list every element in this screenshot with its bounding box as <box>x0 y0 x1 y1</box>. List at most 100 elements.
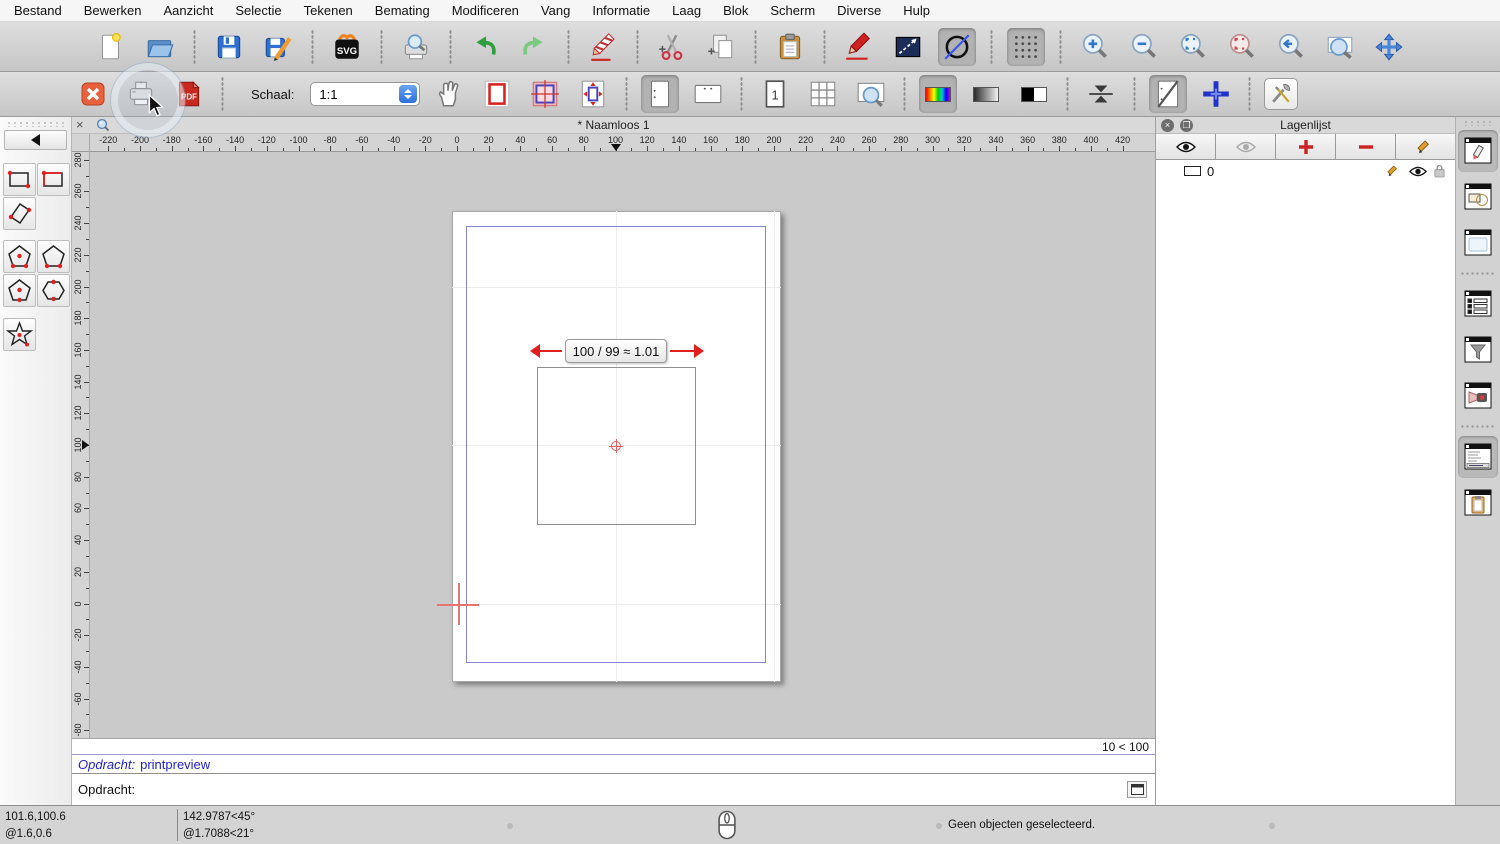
menu-modificeren[interactable]: Modificeren <box>452 3 519 18</box>
menu-hulp[interactable]: Hulp <box>903 3 930 18</box>
zoom-window-button[interactable] <box>1321 28 1359 66</box>
close-button[interactable] <box>74 75 112 113</box>
layer-row[interactable]: 0 <box>1156 160 1455 182</box>
bw-mode-button[interactable] <box>1015 75 1053 113</box>
menu-informatie[interactable]: Informatie <box>592 3 650 18</box>
fit-page-button[interactable] <box>574 75 612 113</box>
layers-titlebar[interactable]: × ❐ Lagenlijst <box>1156 117 1455 134</box>
h-ruler[interactable]: -220-200-180-160-140-120-100-80-60-40-20… <box>90 134 1155 152</box>
palette-drag-handle[interactable] <box>6 121 64 127</box>
svg-export-button[interactable]: SVG <box>328 28 366 66</box>
print-find-button[interactable] <box>397 28 435 66</box>
paste-button[interactable] <box>771 28 809 66</box>
crosshair-button[interactable] <box>1197 75 1235 113</box>
compress-button[interactable] <box>1082 75 1120 113</box>
zoom-extents-button[interactable] <box>1174 28 1212 66</box>
stepper-icon[interactable] <box>399 85 417 103</box>
open-button[interactable] <box>141 28 179 66</box>
show-all-layers-button[interactable] <box>1156 134 1216 159</box>
hexagon-tool[interactable] <box>37 274 70 307</box>
save-button[interactable] <box>210 28 248 66</box>
dimension-label[interactable]: 100 / 99 ≈ 1.01 <box>565 339 667 363</box>
schaal-select[interactable]: 1:1 <box>310 82 420 106</box>
drawing-area[interactable]: 100 / 99 ≈ 1.01 <box>90 152 1155 738</box>
circle-line-icon <box>941 31 973 63</box>
polygon-edge-icon <box>40 243 67 270</box>
print-area-button[interactable] <box>526 75 564 113</box>
hide-all-layers-button[interactable] <box>1216 134 1276 159</box>
palette-collapse-button[interactable] <box>4 130 67 150</box>
command-log-window-button[interactable] <box>1458 436 1498 478</box>
rectangle-tool[interactable] <box>3 163 36 196</box>
command-input-line[interactable]: Opdracht: <box>72 773 1155 805</box>
layer-visible-eye-icon[interactable] <box>1409 165 1427 178</box>
v-ruler-tick <box>86 429 89 430</box>
v-ruler[interactable]: -80-60-40-200204060801001201401601802002… <box>72 152 90 738</box>
menu-aanzicht[interactable]: Aanzicht <box>164 3 214 18</box>
portrait-page-button[interactable] <box>641 75 679 113</box>
new-document-button[interactable] <box>92 28 130 66</box>
rectangle-size-tool[interactable] <box>37 163 70 196</box>
zoom-previous-button[interactable] <box>1272 28 1310 66</box>
status-dot <box>507 823 513 829</box>
pdf-export-button[interactable]: PDF <box>170 75 208 113</box>
menu-tekenen[interactable]: Tekenen <box>304 3 353 18</box>
sidebar-drag-handle[interactable] <box>1463 120 1493 126</box>
color-mode-button[interactable] <box>919 75 957 113</box>
print-button[interactable] <box>122 75 160 113</box>
shapes-window-button[interactable] <box>1458 176 1498 218</box>
list-window-button[interactable] <box>1458 283 1498 325</box>
undo-button[interactable] <box>466 28 504 66</box>
menu-blok[interactable]: Blok <box>723 3 748 18</box>
add-layer-button[interactable] <box>1276 134 1336 159</box>
landscape-page-button[interactable] <box>689 75 727 113</box>
menu-bewerken[interactable]: Bewerken <box>84 3 142 18</box>
zoom-in-button[interactable] <box>1076 28 1114 66</box>
pencil-icon <box>1417 139 1435 155</box>
line-style-button[interactable] <box>889 28 927 66</box>
grid-toggle-button[interactable] <box>1007 28 1045 66</box>
edit-layer-button[interactable] <box>1396 134 1455 159</box>
pan-button[interactable] <box>1370 28 1408 66</box>
pan-hand-button[interactable] <box>430 75 468 113</box>
circle-line-button[interactable] <box>938 28 976 66</box>
zoom-out-button[interactable] <box>1125 28 1163 66</box>
pages-grid-button[interactable] <box>804 75 842 113</box>
rotated-rectangle-tool[interactable] <box>3 197 36 230</box>
page-zoom-button[interactable] <box>852 75 890 113</box>
grayscale-mode-button[interactable] <box>967 75 1005 113</box>
menu-bestand[interactable]: Bestand <box>14 3 62 18</box>
zoom-selection-button[interactable] <box>1223 28 1261 66</box>
v-ruler-tick <box>84 540 89 541</box>
drawing-style-window-button[interactable] <box>1458 130 1498 172</box>
erase-button[interactable] <box>584 28 622 66</box>
layer-edit-pencil-icon[interactable] <box>1387 164 1402 178</box>
page-margins-button[interactable] <box>478 75 516 113</box>
menu-bemating[interactable]: Bemating <box>375 3 430 18</box>
sheet-frame-button[interactable] <box>1149 75 1187 113</box>
canvas-window-button[interactable] <box>1458 222 1498 264</box>
layer-lock-icon[interactable] <box>1434 164 1445 178</box>
clipboard-window-button[interactable] <box>1458 482 1498 524</box>
menu-laag[interactable]: Laag <box>672 3 701 18</box>
redo-button[interactable] <box>515 28 553 66</box>
star-tool[interactable] <box>3 318 36 351</box>
cut-button[interactable] <box>653 28 691 66</box>
menu-vang[interactable]: Vang <box>541 3 570 18</box>
polygon-edge-tool[interactable] <box>37 240 70 273</box>
single-page-button[interactable]: 1 <box>756 75 794 113</box>
command-window-button[interactable] <box>1127 781 1147 798</box>
markup-pencil-button[interactable] <box>840 28 878 66</box>
remove-layer-button[interactable] <box>1336 134 1396 159</box>
menu-selectie[interactable]: Selectie <box>235 3 281 18</box>
h-ruler-label: 40 <box>515 135 525 145</box>
settings-tools-button[interactable] <box>1264 78 1298 110</box>
presentation-window-button[interactable] <box>1458 375 1498 417</box>
polygon-inscribed-tool[interactable] <box>3 274 36 307</box>
menu-diverse[interactable]: Diverse <box>837 3 881 18</box>
polygon-center-tool[interactable] <box>3 240 36 273</box>
menu-scherm[interactable]: Scherm <box>770 3 815 18</box>
copy-button[interactable] <box>702 28 740 66</box>
save-as-button[interactable] <box>259 28 297 66</box>
filter-window-button[interactable] <box>1458 329 1498 371</box>
